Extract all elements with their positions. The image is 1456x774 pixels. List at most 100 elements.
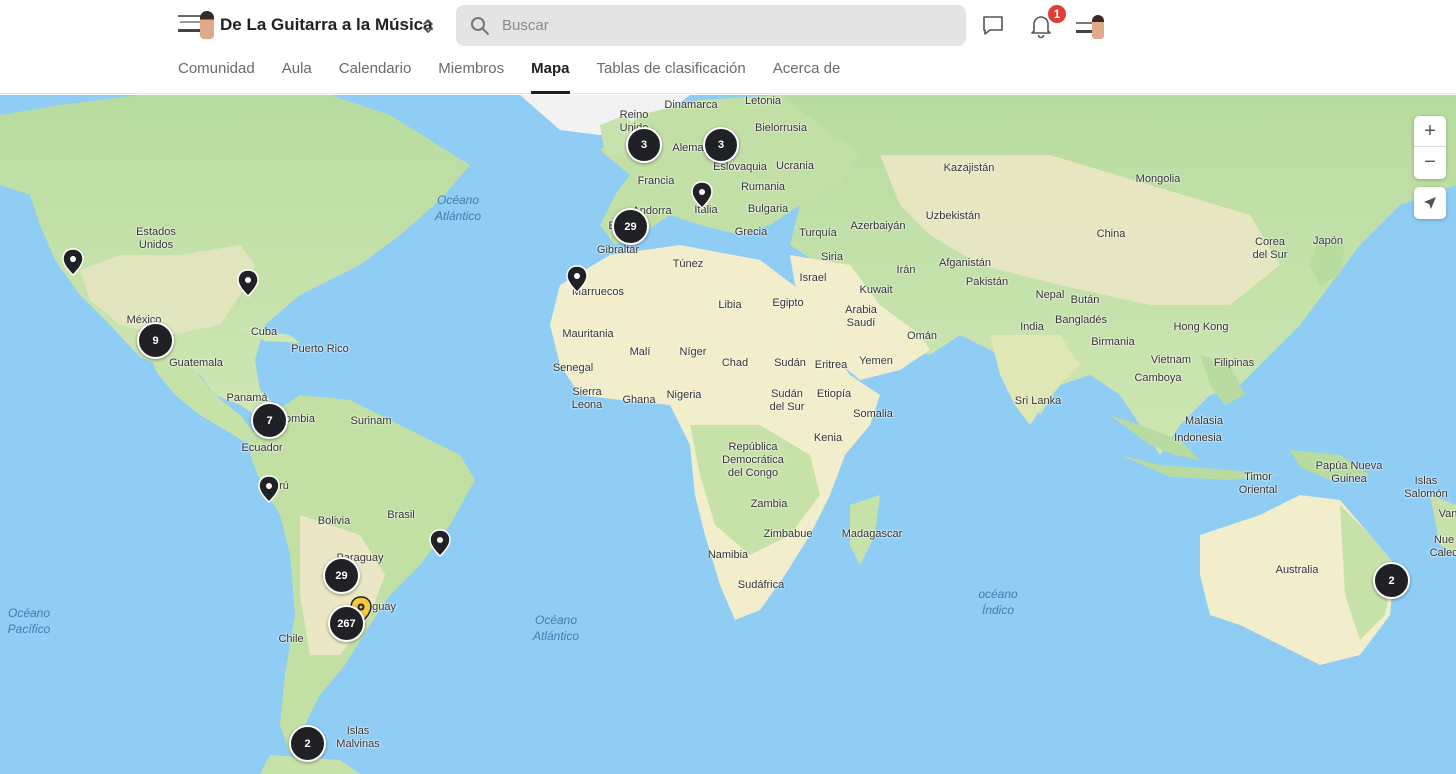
member-pin-canarias[interactable] <box>566 265 588 293</box>
search-input[interactable] <box>502 5 952 46</box>
country-label: Chad <box>721 357 749 369</box>
member-pin-florida[interactable] <box>237 269 259 297</box>
country-label: Etiopía <box>816 388 852 400</box>
navigation-arrow-icon <box>1424 197 1436 209</box>
member-cluster-australia[interactable]: 2 <box>1373 562 1410 599</box>
country-label: Papúa Nueva Guinea <box>1315 460 1383 485</box>
map-landmasses <box>0 95 1456 774</box>
tab-mapa[interactable]: Mapa <box>531 57 570 94</box>
tab-acerca-de[interactable]: Acerca de <box>773 57 841 94</box>
country-label: Cuba <box>250 326 278 338</box>
member-cluster-patagonia[interactable]: 2 <box>289 725 326 762</box>
locate-me-button[interactable] <box>1414 187 1446 219</box>
country-label: Rumania <box>740 181 786 193</box>
country-label: Mongolia <box>1135 173 1181 185</box>
country-label: Mauritania <box>562 328 614 340</box>
member-pin-brasil[interactable] <box>429 529 451 557</box>
country-label: Yemen <box>859 355 893 367</box>
member-cluster-uk[interactable]: 3 <box>626 127 662 163</box>
country-label: Hong Kong <box>1173 321 1229 333</box>
country-label: Sri Lanka <box>1014 395 1062 407</box>
country-label: Bangladés <box>1055 314 1107 326</box>
country-label: Japón <box>1313 235 1343 247</box>
search-bar[interactable] <box>456 5 966 46</box>
country-label: Sierra Leona <box>571 386 603 411</box>
group-brand[interactable]: De La Guitarra a la Música <box>178 9 433 41</box>
chat-icon[interactable] <box>980 12 1006 38</box>
country-label: Indonesia <box>1174 432 1222 444</box>
country-label: Puerto Rico <box>291 343 349 355</box>
member-cluster-poland[interactable]: 3 <box>703 127 739 163</box>
country-label: Sudán del Sur <box>769 388 805 413</box>
group-logo <box>178 9 214 41</box>
tab-calendario[interactable]: Calendario <box>339 57 412 94</box>
country-label: Brasil <box>387 509 415 521</box>
country-label: Estados Unidos <box>136 226 176 251</box>
country-label: China <box>1096 228 1126 240</box>
country-label: Afganistán <box>939 257 991 269</box>
country-label: India <box>1020 321 1044 333</box>
member-cluster-colombia[interactable]: 7 <box>251 402 288 439</box>
country-label: Irán <box>896 264 916 276</box>
country-label: Azerbaiyán <box>850 220 906 232</box>
country-label: Bolivia <box>317 515 351 527</box>
country-label: Australia <box>1275 564 1319 576</box>
country-label: Madagascar <box>841 528 903 540</box>
country-label: Timor Oriental <box>1238 471 1278 496</box>
country-label: Arabia Saudí <box>845 304 877 329</box>
tab-comunidad[interactable]: Comunidad <box>178 57 255 94</box>
country-label: Francia <box>637 175 675 187</box>
tab-aula[interactable]: Aula <box>282 57 312 94</box>
country-label: Túnez <box>672 258 704 270</box>
country-label: Ecuador <box>241 442 283 454</box>
country-label: Zambia <box>750 498 788 510</box>
country-label: Zimbabue <box>763 528 813 540</box>
country-label: Van <box>1438 508 1456 520</box>
country-label: Gibraltar <box>596 244 640 256</box>
country-label: Vietnam <box>1150 354 1192 366</box>
country-label: ombia <box>285 413 315 425</box>
ocean-label-atlantico-sur: Océano Atlántico <box>532 613 580 643</box>
member-cluster-mexico[interactable]: 9 <box>137 322 174 359</box>
country-label: Omán <box>907 330 937 342</box>
country-label: Nepal <box>1035 289 1065 301</box>
member-pin-peru[interactable] <box>258 475 280 503</box>
country-label: Egipto <box>772 297 804 309</box>
country-label: Bielorrusia <box>755 122 807 134</box>
top-header: De La Guitarra a la Música 1 Comunidad A… <box>0 0 1456 94</box>
zoom-in-button[interactable]: + <box>1414 116 1446 147</box>
country-label: Somalia <box>853 408 893 420</box>
member-cluster-argentina[interactable]: 267 <box>328 605 365 642</box>
ocean-label-atlantico-norte: Océano Atlántico <box>434 193 482 223</box>
country-label: Birmania <box>1091 336 1135 348</box>
world-map[interactable]: Océano Atlántico Océano Atlántico Océano… <box>0 95 1456 774</box>
country-label: Malí <box>629 346 651 358</box>
member-cluster-spain[interactable]: 29 <box>612 208 649 245</box>
country-label: Surinam <box>350 415 392 427</box>
notification-badge: 1 <box>1047 4 1067 24</box>
member-cluster-paraguay[interactable]: 29 <box>323 557 360 594</box>
country-label: Kazajistán <box>943 162 995 174</box>
switcher-chevrons-icon[interactable] <box>418 15 438 37</box>
country-label: Sudán <box>774 357 806 369</box>
tab-miembros[interactable]: Miembros <box>438 57 504 94</box>
tab-tablas-clasificacion[interactable]: Tablas de clasificación <box>597 57 746 94</box>
country-label: Ucrania <box>776 160 814 172</box>
member-pin-california[interactable] <box>62 248 84 276</box>
country-label: Bután <box>1070 294 1100 306</box>
country-label: Níger <box>679 346 707 358</box>
country-label: Filipinas <box>1213 357 1255 369</box>
zoom-out-button[interactable]: − <box>1414 147 1446 178</box>
country-label: Uzbekistán <box>925 210 981 222</box>
nav-tabs: Comunidad Aula Calendario Miembros Mapa … <box>178 57 867 94</box>
country-label: Libia <box>718 299 742 311</box>
user-avatar[interactable] <box>1076 13 1106 41</box>
member-pin-italia[interactable] <box>691 181 713 209</box>
country-label: Sudáfrica <box>737 579 785 591</box>
country-label: Letonia <box>744 95 782 107</box>
country-label: Kenia <box>813 432 843 444</box>
country-label: Israel <box>799 272 827 284</box>
ocean-label-indico: océano Índico <box>978 587 1018 617</box>
country-label: Corea del Sur <box>1252 236 1288 261</box>
country-label: República Democrática del Congo <box>722 441 784 479</box>
